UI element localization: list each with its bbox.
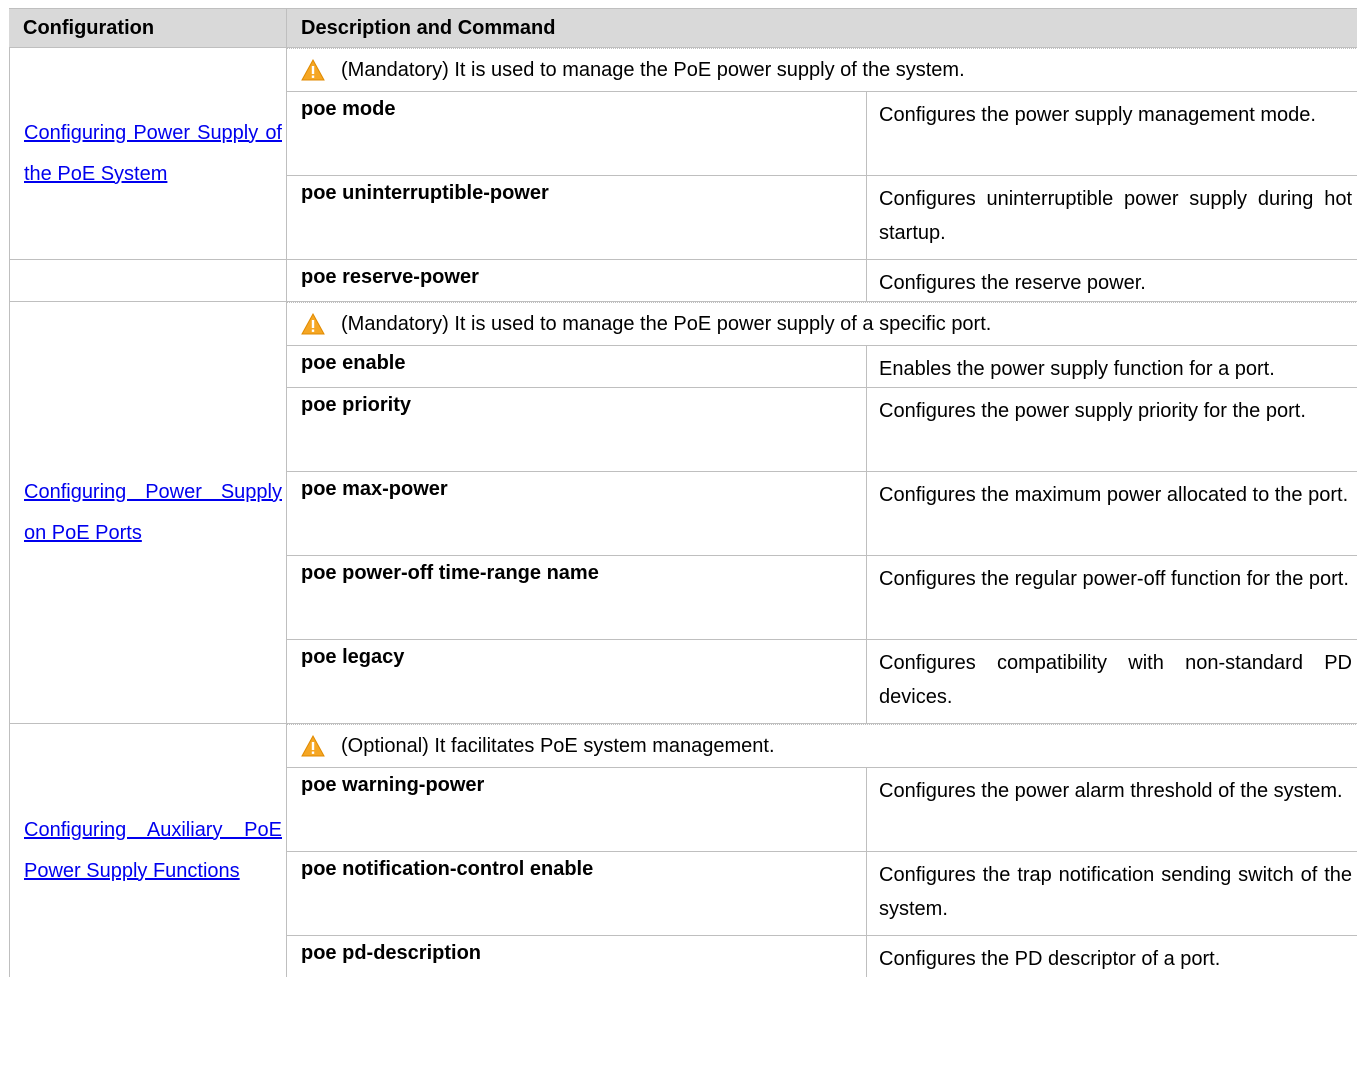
link-configuring-auxiliary-functions[interactable]: Configuring Auxiliary PoE Power Supply F… <box>24 810 282 892</box>
config-group-auxiliary: Configuring Auxiliary PoE Power Supply F… <box>9 724 1357 977</box>
note-row: (Mandatory) It is used to manage the PoE… <box>287 48 1357 92</box>
command-name: poe mode <box>287 92 867 175</box>
header-configuration: Configuration <box>9 9 287 47</box>
command-description: Configures the reserve power. <box>879 272 1146 294</box>
command-name: poe enable <box>287 346 867 387</box>
command-name: poe max-power <box>287 472 867 555</box>
table-row: poe reserve-power Configures the reserve… <box>287 260 1357 301</box>
warning-triangle-icon <box>301 735 325 757</box>
table-row: poe legacy Configures compatibility with… <box>287 640 1357 723</box>
command-name: poe reserve-power <box>287 260 867 301</box>
table-row: poe priority Configures the power supply… <box>287 388 1357 472</box>
link-configuring-power-supply-ports[interactable]: Configuring Power Supply on PoE Ports <box>24 472 282 554</box>
config-group-ports: Configuring Power Supply on PoE Ports (M… <box>9 302 1357 724</box>
table-header: Configuration Description and Command <box>9 9 1357 48</box>
link-configuring-power-supply-system[interactable]: Configuring Power Supply of the PoE Syst… <box>24 113 282 195</box>
note-text: (Optional) It facilitates PoE system man… <box>341 734 775 757</box>
table-row: poe notification-control enable Configur… <box>287 852 1357 936</box>
table-row: poe warning-power Configures the power a… <box>287 768 1357 852</box>
command-description: Configures the regular power-off functio… <box>879 568 1349 590</box>
command-description: Configures the PD descriptor of a port. <box>879 948 1221 970</box>
config-group-reserve: poe reserve-power Configures the reserve… <box>9 260 1357 302</box>
command-description: Configures the maximum power allocated t… <box>879 484 1349 506</box>
table-row: poe uninterruptible-power Configures uni… <box>287 176 1357 259</box>
table-row: poe power-off time-range name Configures… <box>287 556 1357 640</box>
command-description: Configures uninterruptible power supply … <box>879 188 1352 244</box>
table-row: poe pd-description Configures the PD des… <box>287 936 1357 977</box>
table-row: poe mode Configures the power supply man… <box>287 92 1357 176</box>
note-text: (Mandatory) It is used to manage the PoE… <box>341 58 965 81</box>
table-row: poe max-power Configures the maximum pow… <box>287 472 1357 556</box>
command-description: Configures the trap notification sending… <box>879 864 1352 920</box>
config-table: Configuration Description and Command Co… <box>9 8 1357 977</box>
config-cell-empty <box>9 260 287 301</box>
command-name: poe power-off time-range name <box>287 556 867 639</box>
note-row: (Optional) It facilitates PoE system man… <box>287 724 1357 768</box>
note-row: (Mandatory) It is used to manage the PoE… <box>287 302 1357 346</box>
command-name: poe pd-description <box>287 936 867 977</box>
config-cell: Configuring Power Supply on PoE Ports <box>9 302 287 723</box>
warning-triangle-icon <box>301 313 325 335</box>
command-description: Configures compatibility with non-standa… <box>879 652 1352 708</box>
command-name: poe priority <box>287 388 867 471</box>
table-row: poe enable Enables the power supply func… <box>287 346 1357 388</box>
header-description: Description and Command <box>301 17 556 39</box>
command-name: poe notification-control enable <box>287 852 867 935</box>
warning-triangle-icon <box>301 59 325 81</box>
command-description: Enables the power supply function for a … <box>879 358 1275 380</box>
command-description: Configures the power supply management m… <box>879 104 1316 126</box>
command-name: poe warning-power <box>287 768 867 851</box>
command-name: poe legacy <box>287 640 867 723</box>
note-text: (Mandatory) It is used to manage the PoE… <box>341 312 992 335</box>
config-cell: Configuring Power Supply of the PoE Syst… <box>9 48 287 259</box>
command-name: poe uninterruptible-power <box>287 176 867 259</box>
config-group-system: Configuring Power Supply of the PoE Syst… <box>9 48 1357 260</box>
command-description: Configures the power supply priority for… <box>879 400 1306 422</box>
config-cell: Configuring Auxiliary PoE Power Supply F… <box>9 724 287 977</box>
command-description: Configures the power alarm threshold of … <box>879 780 1343 802</box>
